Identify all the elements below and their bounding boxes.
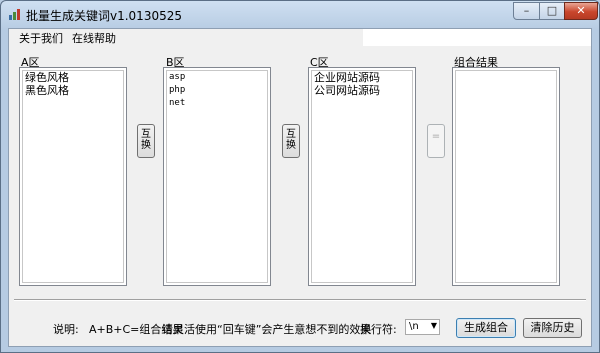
list-item: 黑色风格 bbox=[25, 84, 69, 97]
separator-label: 换行符: bbox=[360, 323, 397, 336]
menu-online-help[interactable]: 在线帮助 bbox=[72, 30, 116, 46]
swap-bc-button[interactable]: 互换 bbox=[282, 124, 300, 158]
equals-button[interactable]: = bbox=[427, 124, 445, 158]
description-label: 说明: bbox=[53, 323, 79, 336]
list-item: 企业网站源码 bbox=[314, 71, 380, 84]
chevron-down-icon[interactable]: ▼ bbox=[431, 321, 437, 330]
close-button[interactable]: ✕ bbox=[564, 2, 598, 20]
generate-button[interactable]: 生成组合 bbox=[456, 318, 516, 338]
list-item: 绿色风格 bbox=[25, 71, 69, 84]
separator-select[interactable]: \n ▼ bbox=[405, 319, 440, 335]
description-hint: 请灵活使用“回车键”会产生意想不到的效果 bbox=[162, 323, 372, 336]
separator-value: \n bbox=[409, 321, 419, 332]
clear-history-button[interactable]: 清除历史 bbox=[523, 318, 582, 338]
maximize-button[interactable]: □ bbox=[539, 2, 565, 20]
menu-about-us[interactable]: 关于我们 bbox=[19, 30, 63, 46]
list-item: php bbox=[169, 85, 186, 95]
list-item: 公司网站源码 bbox=[314, 84, 380, 97]
minimize-button[interactable]: – bbox=[513, 2, 540, 20]
app-icon bbox=[9, 9, 20, 20]
list-item: net bbox=[169, 98, 186, 108]
app-window: 批量生成关键词v1.0130525 – □ ✕ 关于我们 在线帮助 A区 绿色风… bbox=[0, 0, 600, 353]
client-area: 关于我们 在线帮助 A区 绿色风格 黑色风格 互换 B区 asp php net… bbox=[8, 28, 592, 347]
menu-bar: 关于我们 在线帮助 bbox=[9, 29, 363, 46]
group-c-textbox[interactable]: 企业网站源码 公司网站源码 bbox=[308, 67, 416, 286]
list-item: asp bbox=[169, 72, 186, 82]
menu-bar-blank bbox=[363, 29, 591, 46]
swap-ab-button[interactable]: 互换 bbox=[137, 124, 155, 158]
group-b-textbox[interactable]: asp php net bbox=[163, 67, 271, 286]
group-a-textbox[interactable]: 绿色风格 黑色风格 bbox=[19, 67, 127, 286]
title-bar[interactable]: 批量生成关键词v1.0130525 – □ ✕ bbox=[1, 1, 599, 27]
divider bbox=[14, 299, 586, 301]
result-textbox[interactable] bbox=[452, 67, 560, 286]
window-title: 批量生成关键词v1.0130525 bbox=[26, 9, 182, 23]
